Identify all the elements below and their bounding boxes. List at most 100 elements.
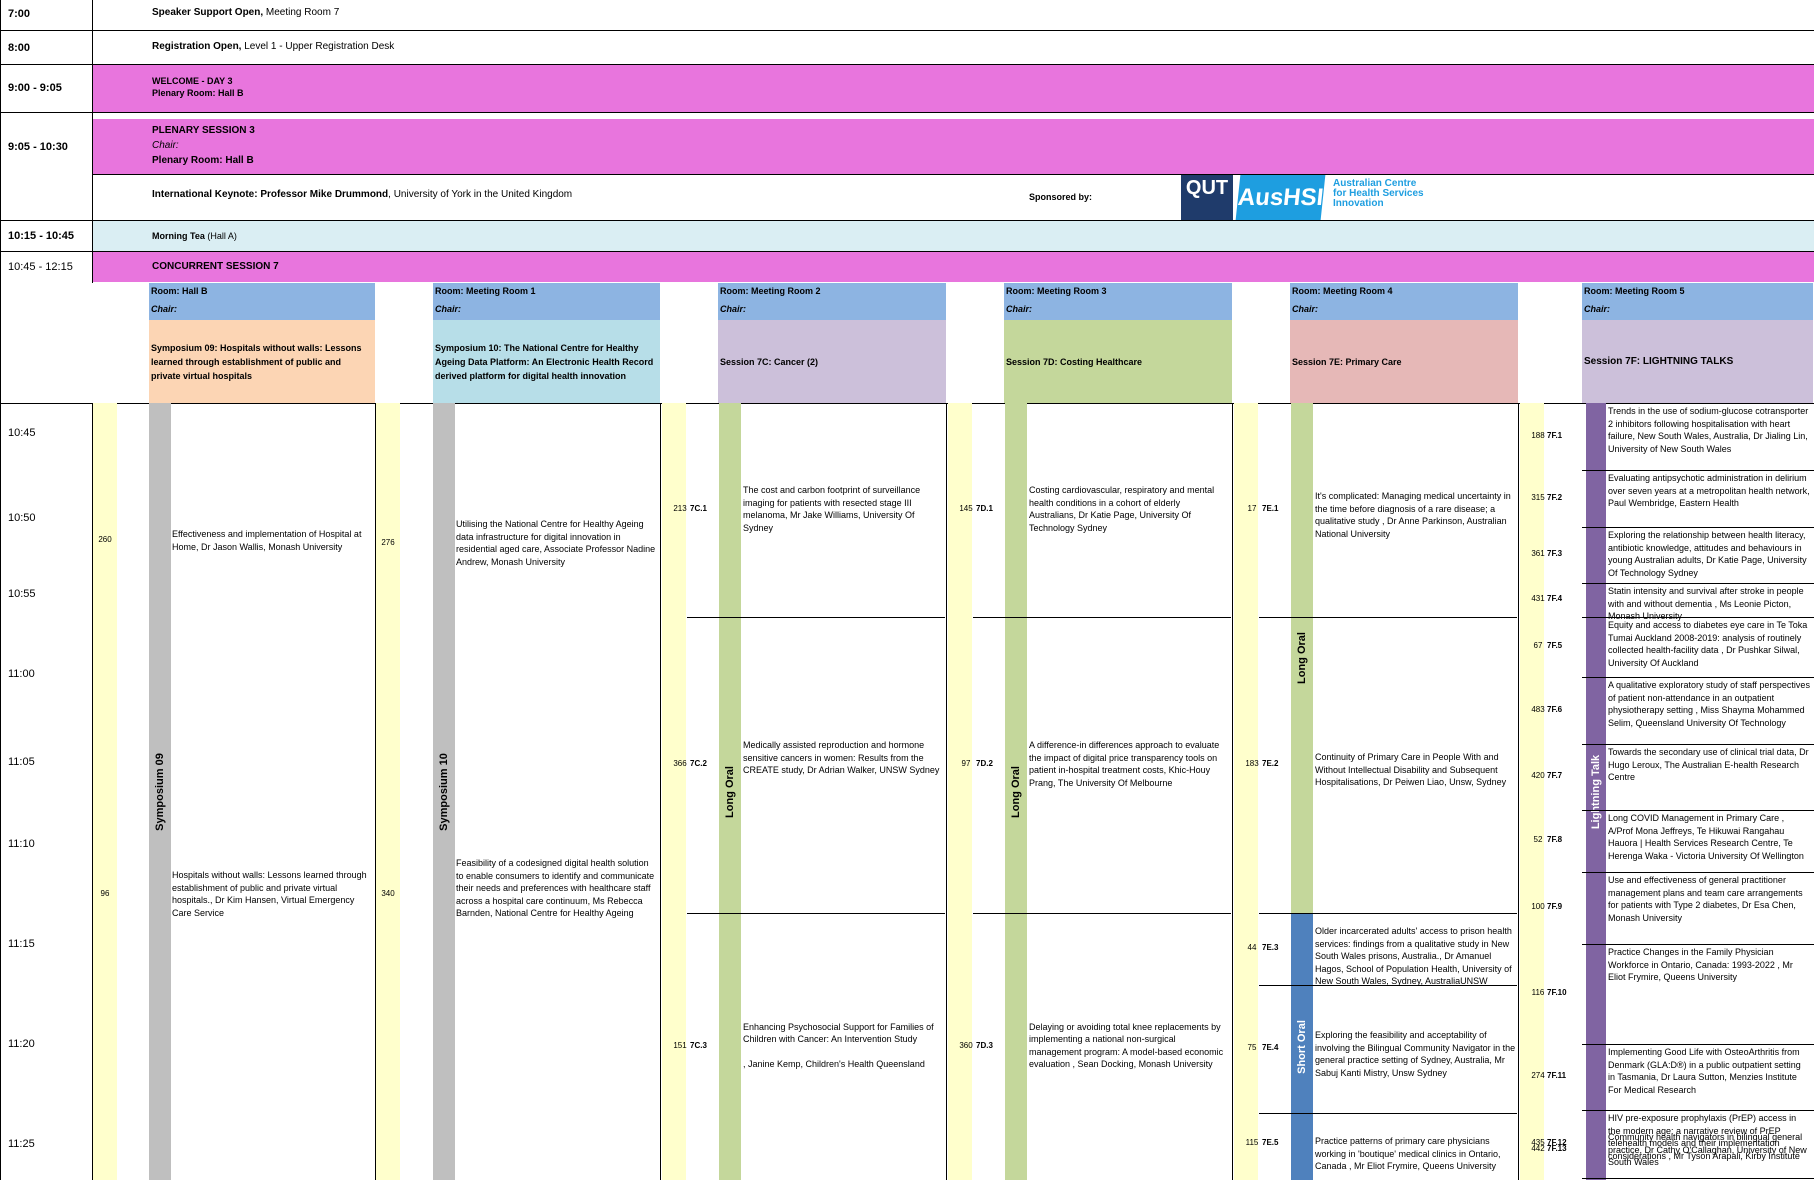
- event-location: Level 1 - Upper Registration Desk: [241, 41, 395, 52]
- vertical-label: Long Oral: [1010, 765, 1022, 818]
- room-name: Room: Hall B: [151, 286, 208, 296]
- vertical-label: Lightning Talk: [1590, 754, 1602, 829]
- num-strip: [93, 403, 117, 1180]
- vertical-label: Symposium 10: [438, 752, 450, 831]
- time-label: 10:45: [8, 427, 36, 439]
- keynote-text: International Keynote: Professor Mike Dr…: [152, 189, 572, 202]
- room-chair: Chair:: [1292, 304, 1319, 314]
- row-divider: [1582, 470, 1814, 471]
- event-title: Speaker Support Open,: [152, 7, 264, 18]
- row-divider: [0, 112, 1814, 113]
- talk-title: Effectiveness and implementation of Hosp…: [172, 529, 362, 552]
- event-text: Registration Open, Level 1 - Upper Regis…: [152, 41, 394, 54]
- welcome-banner: WELCOME - DAY 3 Plenary Room: Hall B: [93, 65, 1814, 112]
- talk-code: 7F.2: [1547, 492, 1563, 502]
- talk-title: Implementing Good Life with OsteoArthrit…: [1608, 1047, 1801, 1095]
- row-divider: [1259, 1113, 1517, 1114]
- row-welcome: 9:00 - 9:05 WELCOME - DAY 3 Plenary Room…: [0, 65, 1814, 112]
- column-divider: [660, 403, 661, 1180]
- row-morning-tea: 10:15 - 10:45 Morning Tea (Hall A): [0, 221, 1814, 251]
- symposium-strip: Symposium 09: [149, 403, 171, 1180]
- morning-tea-banner: Morning Tea (Hall A): [93, 221, 1814, 251]
- room-name: Room: Meeting Room 1: [435, 286, 536, 296]
- morning-tea-location: (Hall A): [204, 231, 237, 241]
- aushsi-logo-text: AusHSI: [1236, 184, 1325, 211]
- event-title: Registration Open,: [152, 41, 242, 52]
- row-divider: [1259, 985, 1517, 986]
- talk-title: Continuity of Primary Care in People Wit…: [1315, 752, 1507, 787]
- column-divider: [1518, 403, 1519, 1180]
- vertical-label: Long Oral: [1296, 632, 1308, 684]
- talk-title: Older incarcerated adults' access to pri…: [1315, 926, 1512, 986]
- session-title: Session 7D: Costing Healthcare: [1006, 356, 1143, 367]
- talk-title: Practice patterns of primary care physic…: [1315, 1136, 1501, 1171]
- time-label: 7:00: [8, 8, 31, 20]
- lightning-strip: Lightning Talk: [1586, 403, 1606, 1180]
- row-divider: [1259, 617, 1517, 618]
- session-title-cell: Symposium 10: The National Centre for He…: [433, 320, 660, 403]
- talk-title: Enhancing Psychosocial Support for Famil…: [743, 1021, 934, 1070]
- talk-title: A qualitative exploratory study of staff…: [1608, 680, 1810, 728]
- morning-tea-title: Morning Tea: [152, 231, 205, 241]
- talk-title: Exploring the feasibility and acceptabil…: [1315, 1030, 1516, 1078]
- room-chair: Chair:: [1006, 304, 1033, 314]
- room-name: Room: Meeting Room 2: [720, 286, 821, 296]
- talk-code: 7F.13: [1547, 1144, 1567, 1153]
- row-plenary: 9:05 - 10:30 PLENARY SESSION 3 Chair: Pl…: [0, 119, 1814, 174]
- row-divider: [687, 913, 945, 914]
- room-chair: Chair:: [151, 304, 178, 314]
- talk-number: 260: [98, 535, 112, 544]
- talk-title: Towards the secondary use of clinical tr…: [1608, 747, 1809, 782]
- talk-title: Evaluating antipsychotic administration …: [1608, 473, 1810, 508]
- concurrent-banner: CONCURRENT SESSION 7: [93, 252, 1814, 282]
- row-divider: [1582, 810, 1814, 811]
- talk-title: Delaying or avoiding total knee replacem…: [1029, 1021, 1224, 1070]
- column-divider: [1232, 403, 1233, 1180]
- plenary-chair: Chair:: [152, 140, 179, 151]
- talk-title: Hospitals without walls: Lessons learned…: [172, 870, 367, 918]
- sponsored-label: Sponsored by:: [1029, 192, 1093, 202]
- num-strip: [948, 403, 972, 1180]
- time-label: 11:15: [8, 938, 35, 950]
- room-name: Room: Meeting Room 5: [1584, 286, 1685, 296]
- talk-title: Long COVID Management in Primary Care , …: [1608, 813, 1804, 861]
- qut-logo-text: QUT: [1185, 177, 1229, 199]
- vertical-label: Symposium 09: [154, 752, 166, 831]
- talk-title: It's complicated: Managing medical uncer…: [1315, 491, 1511, 539]
- qut-logo: QUT: [1181, 175, 1233, 220]
- num-strip: [1520, 403, 1544, 1180]
- row-divider: [1582, 617, 1814, 618]
- row-divider: [1582, 677, 1814, 678]
- row-speaker-support: 7:00 Speaker Support Open, Meeting Room …: [0, 0, 1814, 30]
- morning-tea-text: Morning Tea (Hall A): [152, 230, 237, 243]
- num-strip: [376, 403, 400, 1180]
- talk-code: 7F.7: [1547, 771, 1563, 780]
- aushsi-logo: AusHSI: [1235, 175, 1326, 220]
- time-label: 9:05 - 10:30: [8, 141, 68, 153]
- talk-title: Exploring the relationship between healt…: [1608, 530, 1807, 578]
- talk-number: 96: [100, 889, 110, 898]
- talk-code: 7D.1: [976, 504, 993, 513]
- time-label: 11:00: [8, 668, 35, 680]
- talk-title: Feasibility of a codesigned digital heal…: [456, 858, 655, 918]
- talk-title: A difference-in differences approach to …: [1029, 740, 1220, 788]
- talk-code: 7C.2: [690, 759, 707, 768]
- concurrent-title: CONCURRENT SESSION 7: [152, 261, 279, 272]
- column-divider: [946, 403, 947, 1180]
- symposium-strip: Symposium 10: [433, 403, 455, 1180]
- talk-title: Trends in the use of sodium-glucose cotr…: [1608, 406, 1809, 454]
- vertical-label: Long Oral: [724, 765, 736, 818]
- talk-code: 7D.3: [976, 1040, 993, 1050]
- talk-title: Use and effectiveness of general practit…: [1608, 875, 1803, 923]
- keynote-speaker: International Keynote: Professor Mike Dr…: [152, 189, 389, 200]
- talk-code: 7F.9: [1547, 902, 1563, 911]
- row-divider: [1582, 583, 1814, 584]
- welcome-room: Plenary Room: Hall B: [152, 88, 244, 98]
- session-title-cell: Session 7D: Costing Healthcare: [1004, 320, 1232, 403]
- row-divider: [973, 617, 1231, 618]
- plenary-title: PLENARY SESSION 3: [152, 125, 255, 136]
- talk-code: 7F.6: [1547, 704, 1563, 714]
- room-name: Room: Meeting Room 3: [1006, 286, 1107, 296]
- talk-title: Medically assisted reproduction and horm…: [743, 740, 940, 775]
- room-name: Room: Meeting Room 4: [1292, 286, 1393, 296]
